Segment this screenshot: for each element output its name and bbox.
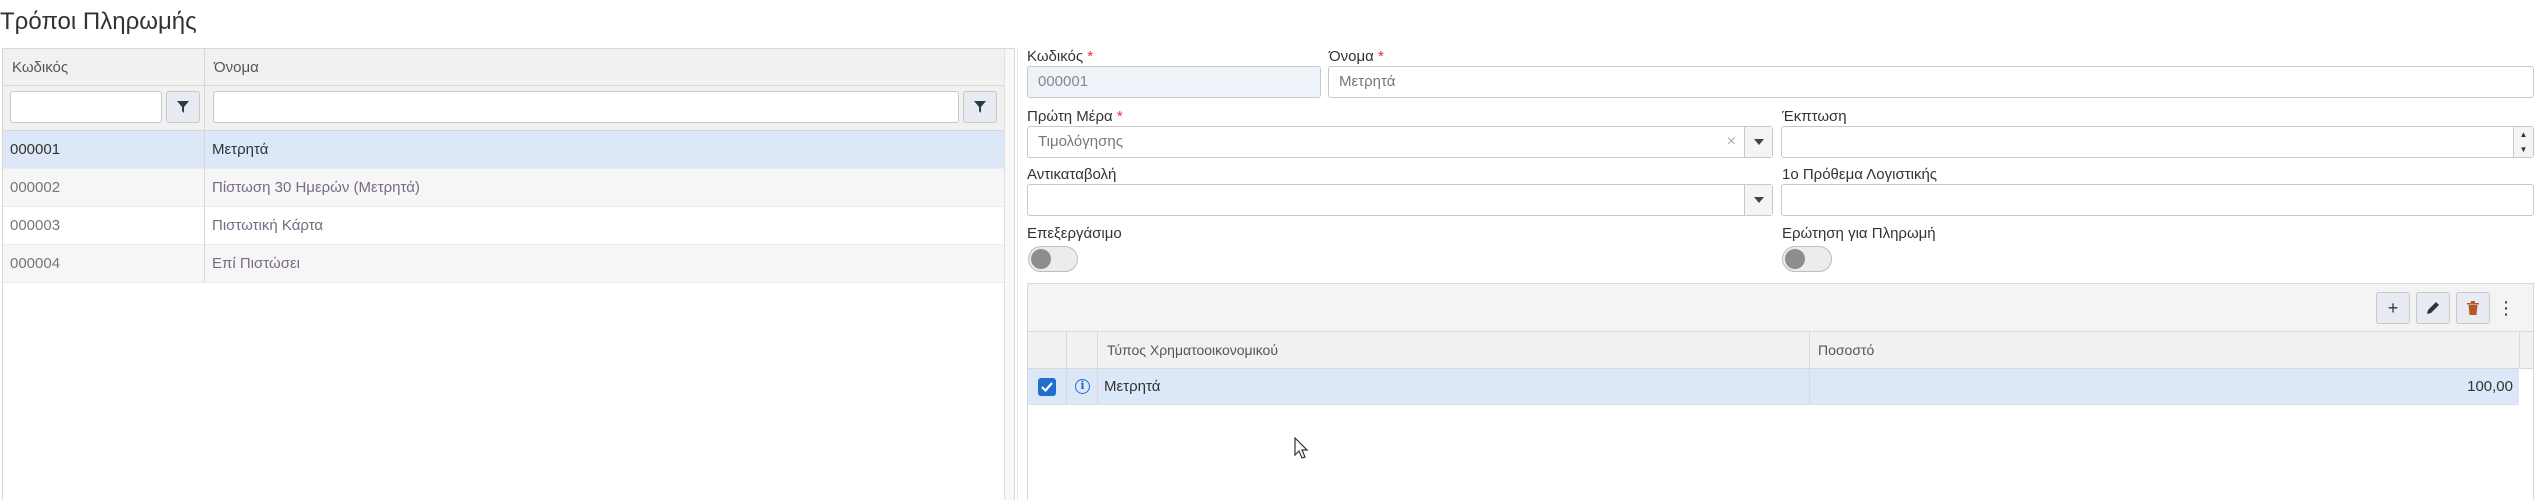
clear-icon[interactable]: × [1727,127,1736,157]
grid-header: Τύπος Χρηματοοικονομικού Ποσοστό [1028,332,2533,369]
chevron-down-icon[interactable] [1744,127,1772,157]
more-options-icon[interactable]: ⋮ [2496,292,2516,324]
financial-types-grid: + ⋮ Τύπος Χρηματοοικονομικού Ποσοστό i Μ… [1027,283,2534,500]
discount-label: Έκπτωση [1782,108,1847,125]
acct-prefix-label: 1ο Πρόθεμα Λογιστικής [1782,166,1938,183]
delete-button[interactable] [2456,292,2490,324]
first-day-value: Τιμολόγησης [1038,133,1123,150]
payment-prompt-label: Ερώτηση για Πληρωμή [1782,225,1936,242]
name-label: Όνομα * [1329,48,1384,65]
edit-button[interactable] [2416,292,2450,324]
editable-toggle[interactable] [1028,246,1078,272]
vertical-scrollbar[interactable] [1004,49,1014,500]
table-row[interactable]: 000004 Επί Πιστώσει [3,245,1014,283]
column-divider [1097,332,1098,405]
column-divider [1066,332,1067,405]
row-code: 000004 [10,255,61,272]
page-title: Τρόποι Πληρωμής [0,8,197,35]
checkmark-icon [1041,382,1053,392]
name-filter-input[interactable] [213,91,959,123]
code-label-text: Κωδικός [1027,48,1084,65]
row-code: 000003 [10,217,61,234]
mouse-cursor-icon [1294,437,1308,459]
first-day-label-text: Πρώτη Μέρα [1027,108,1113,125]
table-row[interactable]: 000002 Πίστωση 30 Ημερών (Μετρητά) [3,169,1014,207]
table-row[interactable]: 000001 Μετρητά [3,131,1014,169]
panel-splitter[interactable] [1017,48,1018,500]
column-header-type[interactable]: Τύπος Χρηματοοικονομικού [1098,332,1798,369]
row-name: Πιστωτική Κάρτα [212,217,324,234]
plus-icon: + [2387,297,2399,318]
cod-select[interactable] [1027,184,1773,216]
pencil-icon [2427,302,2439,314]
table-row[interactable]: i Μετρητά 100,00 [1028,369,2519,405]
column-header-code[interactable]: Κωδικός [3,49,203,86]
stepper-down-icon[interactable]: ▼ [2514,142,2533,157]
name-filter-button[interactable] [963,91,997,123]
name-label-text: Όνομα [1329,48,1374,65]
code-field[interactable]: 000001 [1027,66,1321,98]
add-button[interactable]: + [2376,292,2410,324]
acct-prefix-field[interactable] [1781,184,2534,216]
column-divider [1809,332,1810,405]
payment-prompt-toggle[interactable] [1782,246,1832,272]
code-label: Κωδικός * [1027,48,1093,65]
required-marker: * [1377,48,1384,65]
filter-icon [974,101,986,113]
column-divider [2519,332,2520,369]
first-day-label: Πρώτη Μέρα * [1027,108,1123,125]
trash-icon [2467,301,2479,315]
payment-methods-grid: Κωδικός Όνομα 000001 Μετρητά 000002 Πίστ… [2,48,1015,500]
row-percent: 100,00 [2467,378,2513,395]
toggle-knob [1031,249,1051,269]
row-name: Επί Πιστώσει [212,255,300,272]
code-filter-input[interactable] [10,91,162,123]
row-code: 000001 [10,141,61,158]
code-filter-button[interactable] [166,91,200,123]
first-day-select[interactable]: Τιμολόγησης × [1027,126,1773,158]
number-stepper[interactable]: ▲ ▼ [2513,127,2533,157]
column-divider [204,49,205,283]
row-name: Μετρητά [212,141,269,158]
name-field[interactable]: Μετρητά [1328,66,2534,98]
grid-toolbar: + ⋮ [1028,284,2533,332]
grid-header: Κωδικός Όνομα [3,49,1014,86]
row-name: Πίστωση 30 Ημερών (Μετρητά) [212,179,420,196]
chevron-down-icon[interactable] [1744,185,1772,215]
cod-label: Αντικαταβολή [1027,166,1117,183]
row-type: Μετρητά [1104,378,1161,395]
discount-field[interactable]: ▲ ▼ [1781,126,2534,158]
editable-label: Επεξεργάσιμο [1027,225,1122,242]
required-marker: * [1116,108,1123,125]
stepper-up-icon[interactable]: ▲ [2514,127,2533,142]
filter-icon [177,101,189,113]
table-row[interactable]: 000003 Πιστωτική Κάρτα [3,207,1014,245]
column-header-name[interactable]: Όνομα [205,49,995,86]
row-code: 000002 [10,179,61,196]
row-checkbox[interactable] [1038,378,1056,396]
toggle-knob [1785,249,1805,269]
info-icon[interactable]: i [1075,379,1090,394]
column-header-percent[interactable]: Ποσοστό [1809,332,2509,369]
required-marker: * [1087,48,1094,65]
